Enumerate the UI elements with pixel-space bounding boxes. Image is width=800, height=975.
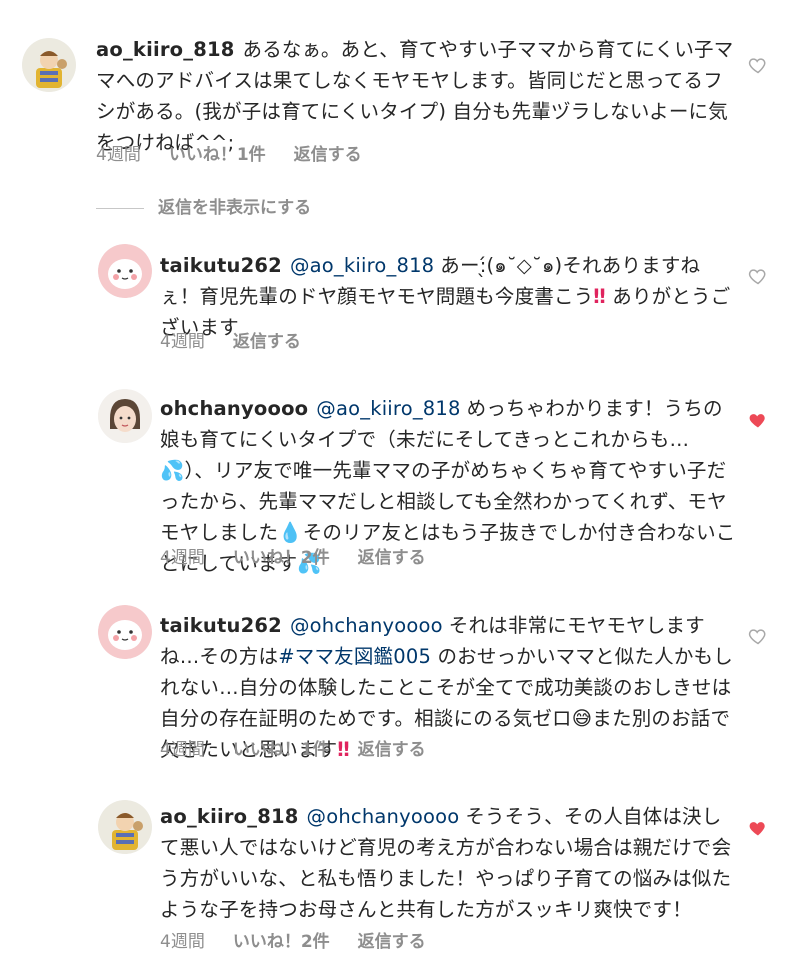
comment-body: ao_kiiro_818 @ohchanyoooo そうそう、その人自体は決して悪い…: [160, 801, 736, 925]
mention-link[interactable]: @ao_kiiro_818: [290, 254, 434, 277]
reply-button[interactable]: 返信する: [358, 548, 426, 568]
droplet-icon: 💧: [278, 521, 303, 544]
comment-body: ao_kiiro_818 あるなぁ。あと、育てやすい子ママから育てにくい子ママへの…: [96, 34, 736, 158]
like-count[interactable]: いいね！2件: [233, 932, 330, 952]
username[interactable]: ohchanyoooo: [160, 397, 308, 420]
like-count[interactable]: いいね！1件: [233, 740, 330, 760]
comment-meta: 4週間 いいね！1件 返信する: [96, 143, 390, 167]
timestamp: 4週間: [160, 740, 205, 760]
heart-outline-icon[interactable]: [748, 266, 768, 286]
avatar[interactable]: [22, 38, 76, 92]
divider-line: [96, 207, 144, 209]
reply-button[interactable]: 返信する: [294, 145, 362, 165]
timestamp: 4週間: [160, 548, 205, 568]
avatar[interactable]: [98, 389, 152, 443]
username[interactable]: ao_kiiro_818: [160, 805, 299, 828]
reply-button[interactable]: 返信する: [233, 332, 301, 352]
avatar[interactable]: [98, 605, 152, 659]
heart-filled-icon[interactable]: [748, 410, 768, 430]
avatar[interactable]: [98, 244, 152, 298]
heart-outline-icon[interactable]: [748, 626, 768, 646]
like-count[interactable]: いいね！2件: [233, 548, 330, 568]
mention-link[interactable]: @ohchanyoooo: [307, 805, 460, 828]
avatar[interactable]: [98, 800, 152, 854]
comment-meta: 4週間 いいね！2件 返信する: [160, 930, 454, 954]
comment-meta: 4週間 いいね！2件 返信する: [160, 546, 454, 570]
timestamp: 4週間: [96, 145, 141, 165]
comment-meta: 4週間 いいね！1件 返信する: [160, 738, 454, 762]
reply-button[interactable]: 返信する: [358, 740, 426, 760]
mention-link[interactable]: @ao_kiiro_818: [316, 397, 460, 420]
username[interactable]: taikutu262: [160, 254, 282, 277]
mention-link[interactable]: @ohchanyoooo: [290, 614, 443, 637]
like-count[interactable]: いいね！1件: [169, 145, 266, 165]
reply-button[interactable]: 返信する: [358, 932, 426, 952]
comment-meta: 4週間 返信する: [160, 330, 329, 354]
timestamp: 4週間: [160, 332, 205, 352]
hide-replies-label[interactable]: 返信を非表示にする: [158, 198, 311, 218]
username[interactable]: ao_kiiro_818: [96, 38, 235, 61]
grin-sweat-icon: 😅: [571, 707, 593, 730]
username[interactable]: taikutu262: [160, 614, 282, 637]
double-exclamation-icon: ‼: [593, 285, 606, 308]
hide-replies-button[interactable]: 返信を非表示にする: [96, 196, 311, 220]
timestamp: 4週間: [160, 932, 205, 952]
heart-outline-icon[interactable]: [748, 55, 768, 75]
sweat-droplets-icon: 💦: [160, 459, 185, 482]
heart-filled-icon[interactable]: [748, 818, 768, 838]
hashtag-link[interactable]: #ママ友図鑑005: [278, 645, 431, 668]
